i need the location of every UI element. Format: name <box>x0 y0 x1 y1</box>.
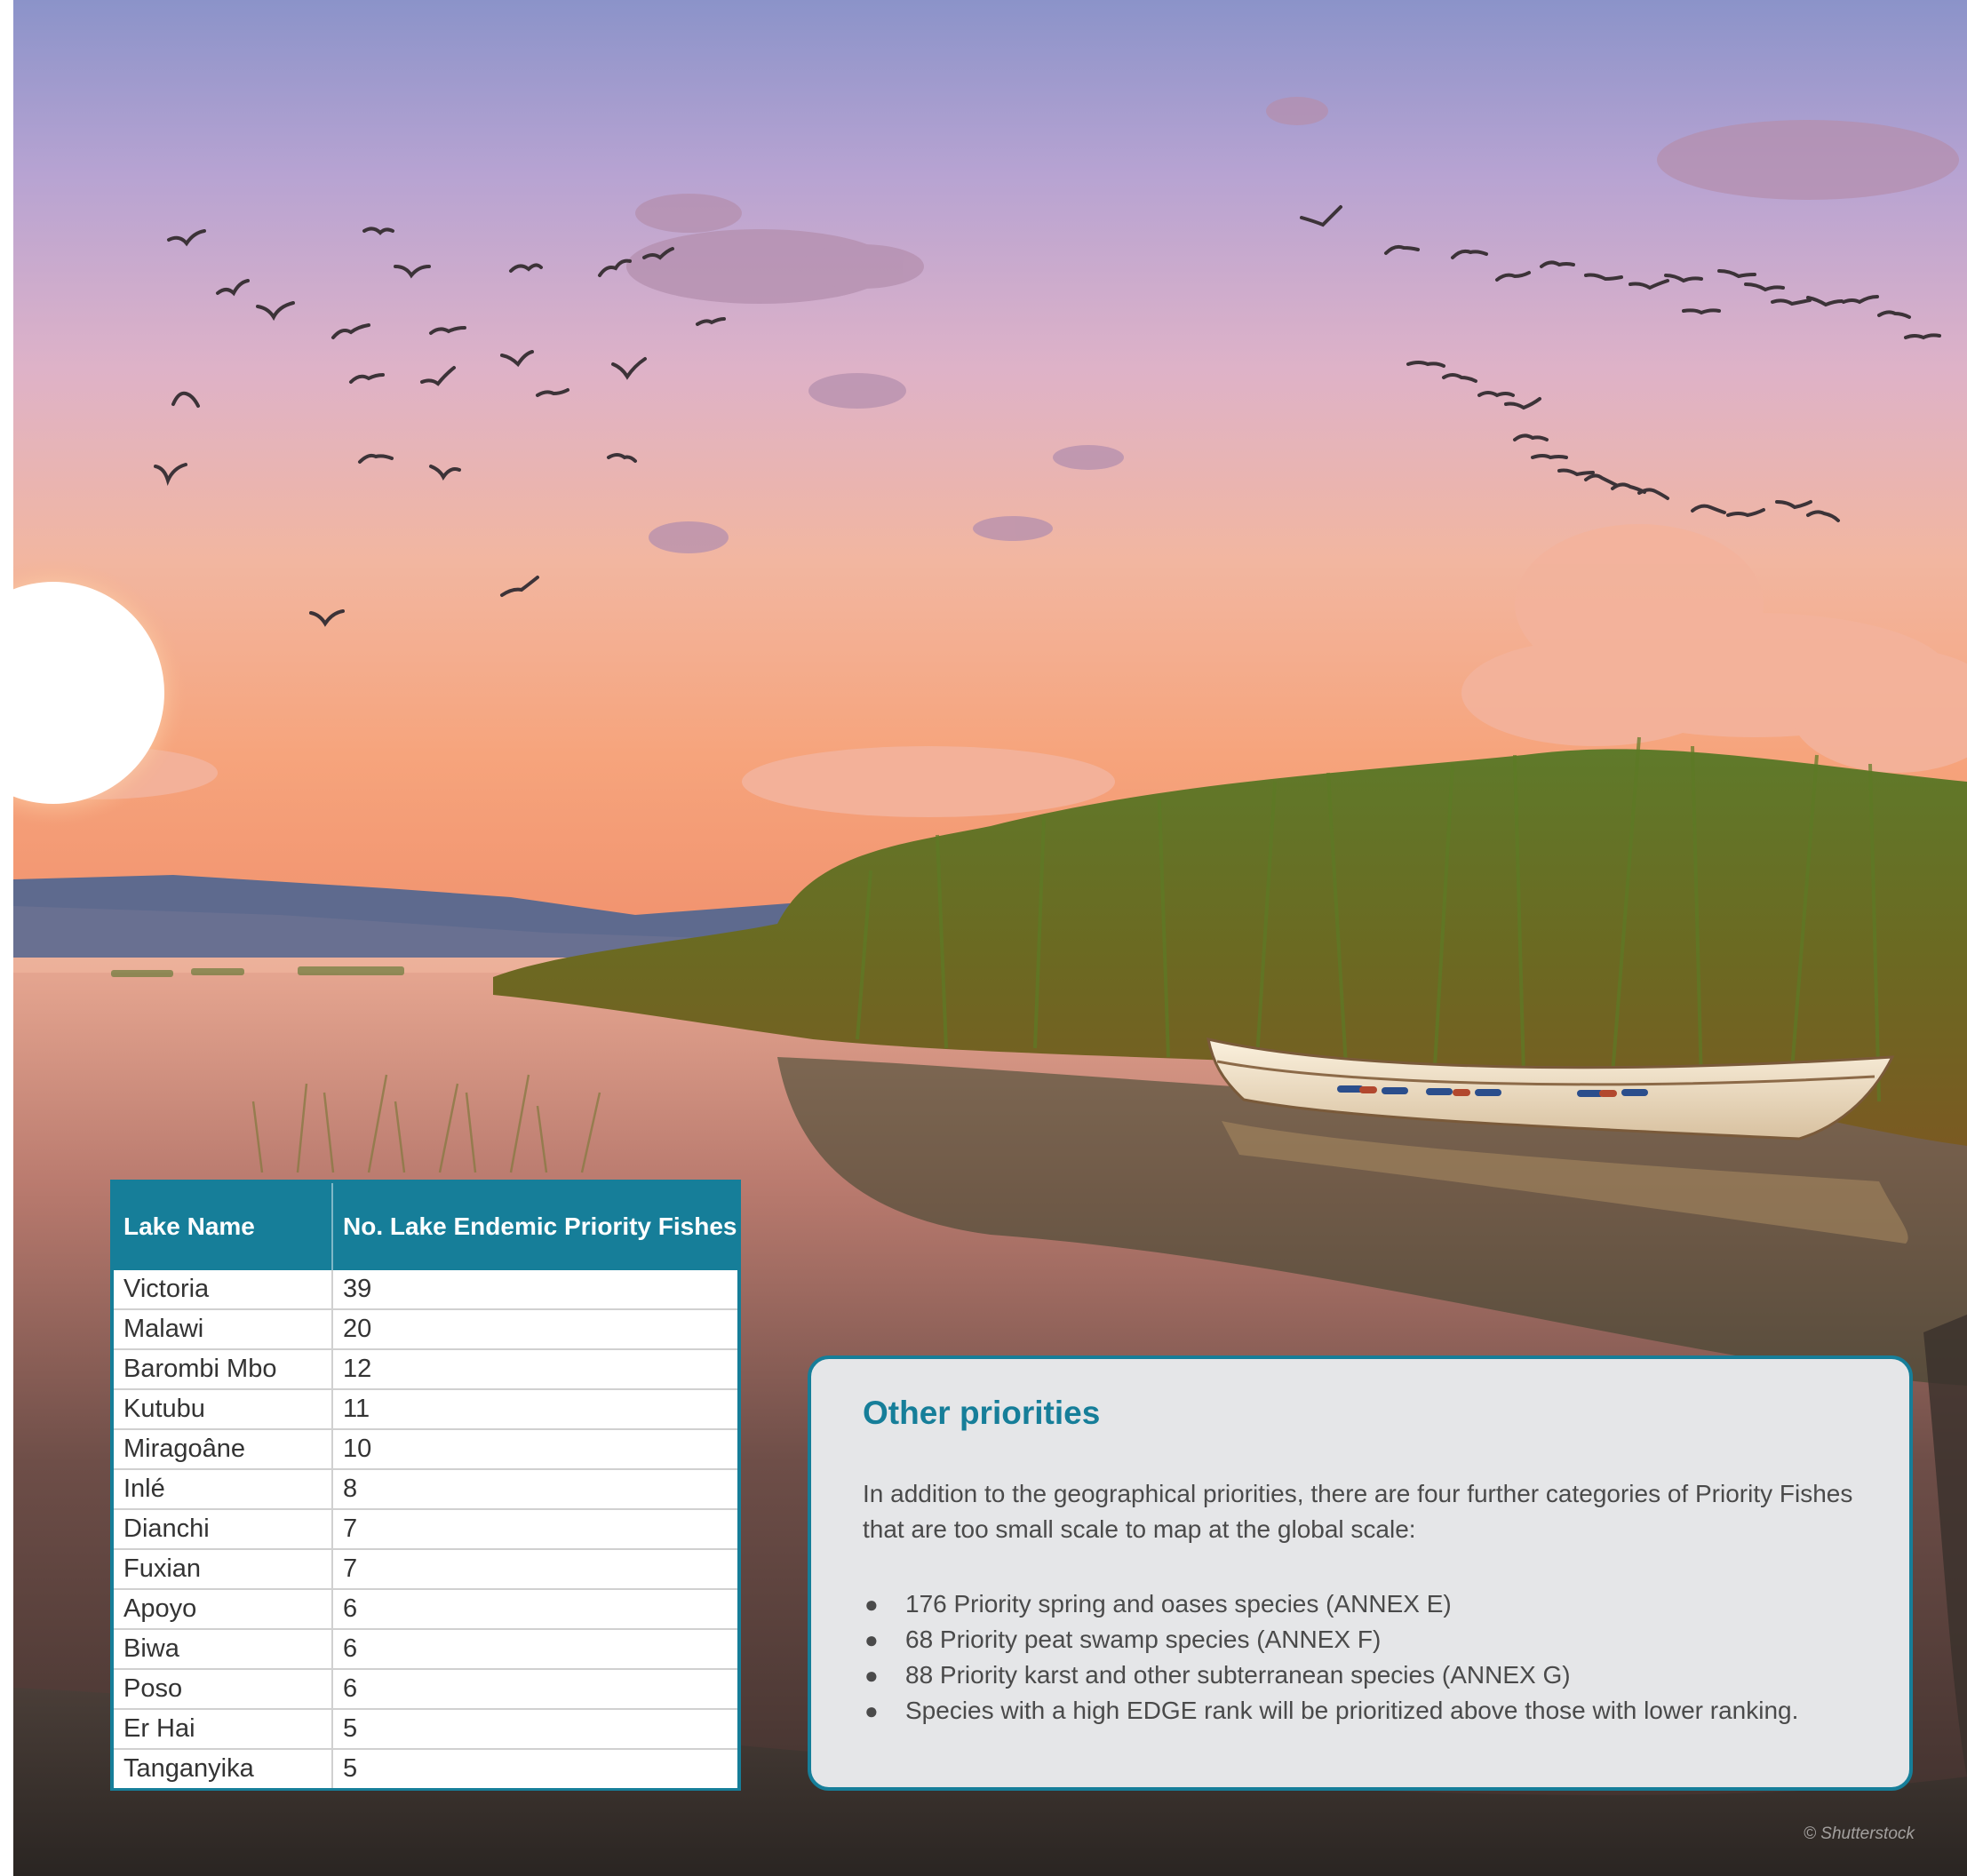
lake-name-cell: Dianchi <box>114 1509 332 1550</box>
list-item-text: 176 Priority spring and oases species (A… <box>905 1590 1452 1618</box>
bullet-icon: ● <box>864 1626 879 1653</box>
list-item: ● 176 Priority spring and oases species (… <box>863 1586 1875 1622</box>
bullet-icon: ● <box>864 1591 879 1618</box>
table-row: Dianchi 7 <box>114 1509 737 1550</box>
list-item-text: 88 Priority karst and other subterranean… <box>905 1661 1571 1689</box>
lakes-table: Lake Name No. Lake Endemic Priority Fish… <box>114 1183 737 1788</box>
lake-name-cell: Kutubu <box>114 1389 332 1430</box>
photo-credit: © Shutterstock <box>1804 1824 1915 1843</box>
lake-name-cell: Malawi <box>114 1309 332 1350</box>
table-row: Inlé 8 <box>114 1469 737 1510</box>
table-row: Miragoâne 10 <box>114 1429 737 1470</box>
lake-name-cell: Er Hai <box>114 1709 332 1750</box>
other-priorities-box: Other priorities In addition to the geog… <box>808 1355 1913 1791</box>
table-row: Fuxian 7 <box>114 1549 737 1590</box>
table-row: Poso 6 <box>114 1669 737 1710</box>
endemic-count-cell: 12 <box>331 1349 737 1390</box>
table-row: Apoyo 6 <box>114 1589 737 1630</box>
lake-endemic-table: Lake Name No. Lake Endemic Priority Fish… <box>110 1180 741 1791</box>
endemic-count-cell: 10 <box>331 1429 737 1470</box>
list-item: ● Species with a high EDGE rank will be p… <box>863 1693 1875 1729</box>
lake-name-cell: Poso <box>114 1669 332 1710</box>
endemic-count-cell: 6 <box>331 1629 737 1670</box>
table-row: Er Hai 5 <box>114 1709 737 1750</box>
table-row: Malawi 20 <box>114 1309 737 1350</box>
endemic-count-cell: 11 <box>331 1389 737 1430</box>
endemic-count-cell: 6 <box>331 1589 737 1630</box>
lake-name-cell: Inlé <box>114 1469 332 1510</box>
table-header-row: Lake Name No. Lake Endemic Priority Fish… <box>114 1183 737 1270</box>
endemic-count-cell: 7 <box>331 1509 737 1550</box>
table-row: Victoria 39 <box>114 1270 737 1310</box>
header-lake-name: Lake Name <box>114 1183 332 1270</box>
table-row: Tanganyika 5 <box>114 1749 737 1788</box>
bullet-icon: ● <box>864 1662 879 1689</box>
list-item-text: 68 Priority peat swamp species (ANNEX F) <box>905 1626 1382 1653</box>
bullet-icon: ● <box>864 1697 879 1724</box>
endemic-count-cell: 5 <box>331 1749 737 1788</box>
list-item: ● 88 Priority karst and other subterranea… <box>863 1657 1875 1693</box>
endemic-count-cell: 39 <box>331 1270 737 1310</box>
endemic-count-cell: 20 <box>331 1309 737 1350</box>
list-item-text: Species with a high EDGE rank will be pr… <box>905 1697 1799 1724</box>
endemic-count-cell: 5 <box>331 1709 737 1750</box>
lake-name-cell: Biwa <box>114 1629 332 1670</box>
other-priorities-title: Other priorities <box>863 1395 1101 1431</box>
page: Lake Name No. Lake Endemic Priority Fish… <box>0 0 1967 1876</box>
lake-name-cell: Miragoâne <box>114 1429 332 1470</box>
header-endemic-count: No. Lake Endemic Priority Fishes <box>331 1183 737 1270</box>
table-row: Biwa 6 <box>114 1629 737 1670</box>
other-priorities-intro: In addition to the geographical prioriti… <box>863 1480 1853 1543</box>
table-row: Barombi Mbo 12 <box>114 1349 737 1390</box>
lake-name-cell: Apoyo <box>114 1589 332 1630</box>
list-item: ● 68 Priority peat swamp species (ANNEX F… <box>863 1622 1875 1657</box>
lake-name-cell: Victoria <box>114 1270 332 1310</box>
endemic-count-cell: 6 <box>331 1669 737 1710</box>
page-margin <box>0 0 13 1876</box>
table-row: Kutubu 11 <box>114 1389 737 1430</box>
lake-name-cell: Tanganyika <box>114 1749 332 1788</box>
lake-name-cell: Fuxian <box>114 1549 332 1590</box>
endemic-count-cell: 8 <box>331 1469 737 1510</box>
lake-name-cell: Barombi Mbo <box>114 1349 332 1390</box>
other-priorities-list: ● 176 Priority spring and oases species (… <box>863 1586 1875 1729</box>
endemic-count-cell: 7 <box>331 1549 737 1590</box>
